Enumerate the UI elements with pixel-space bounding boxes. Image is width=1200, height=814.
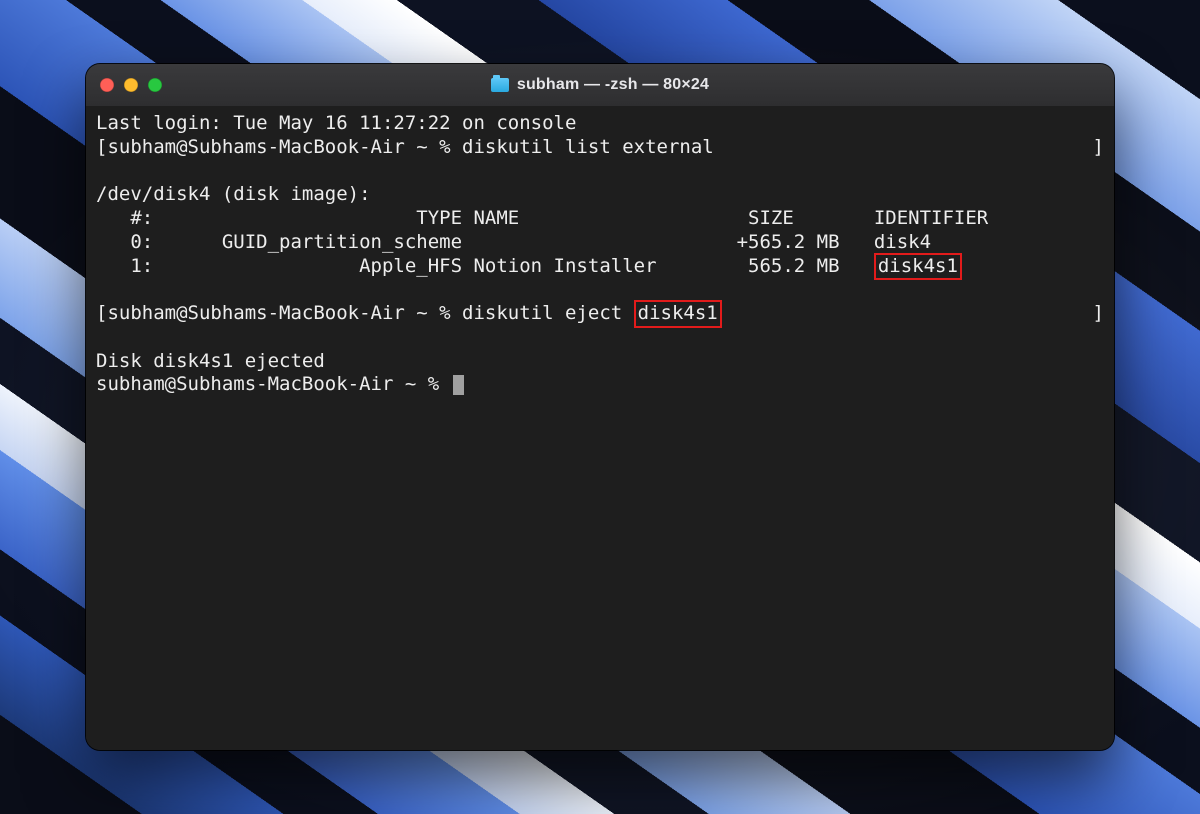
prompt-bracket-right: ] bbox=[1093, 136, 1104, 160]
minimize-button[interactable] bbox=[124, 78, 138, 92]
terminal-output: Last login: Tue May 16 11:27:22 on conso… bbox=[96, 112, 1104, 397]
identifier-highlight: disk4s1 bbox=[874, 253, 962, 281]
terminal-window: subham — -zsh — 80×24 Last login: Tue Ma… bbox=[86, 64, 1114, 750]
terminal-body[interactable]: Last login: Tue May 16 11:27:22 on conso… bbox=[86, 106, 1114, 750]
folder-icon bbox=[491, 78, 509, 92]
cursor bbox=[453, 375, 464, 395]
prompt-line-3: subham@Subhams-MacBook-Air ~ % bbox=[96, 373, 451, 395]
diskutil-row-0: 0: GUID_partition_scheme +565.2 MB disk4 bbox=[96, 231, 931, 253]
diskutil-columns: #: TYPE NAME SIZE IDENTIFIER bbox=[96, 207, 988, 229]
zoom-button[interactable] bbox=[148, 78, 162, 92]
window-controls bbox=[100, 78, 162, 92]
diskutil-row-1-prefix: 1: Apple_HFS Notion Installer 565.2 MB bbox=[96, 255, 874, 277]
eject-result: Disk disk4s1 ejected bbox=[96, 350, 325, 372]
prompt-line-1: [subham@Subhams-MacBook-Air ~ % diskutil… bbox=[96, 136, 714, 160]
window-title: subham — -zsh — 80×24 bbox=[517, 76, 709, 94]
prompt-line-2-prefix: [subham@Subhams-MacBook-Air ~ % diskutil… bbox=[96, 302, 634, 324]
last-login-line: Last login: Tue May 16 11:27:22 on conso… bbox=[96, 112, 576, 134]
prompt-bracket-right-2: ] bbox=[1093, 302, 1104, 326]
close-button[interactable] bbox=[100, 78, 114, 92]
eject-arg-highlight: disk4s1 bbox=[634, 300, 722, 328]
disk-header: /dev/disk4 (disk image): bbox=[96, 183, 371, 205]
window-titlebar[interactable]: subham — -zsh — 80×24 bbox=[86, 64, 1114, 107]
